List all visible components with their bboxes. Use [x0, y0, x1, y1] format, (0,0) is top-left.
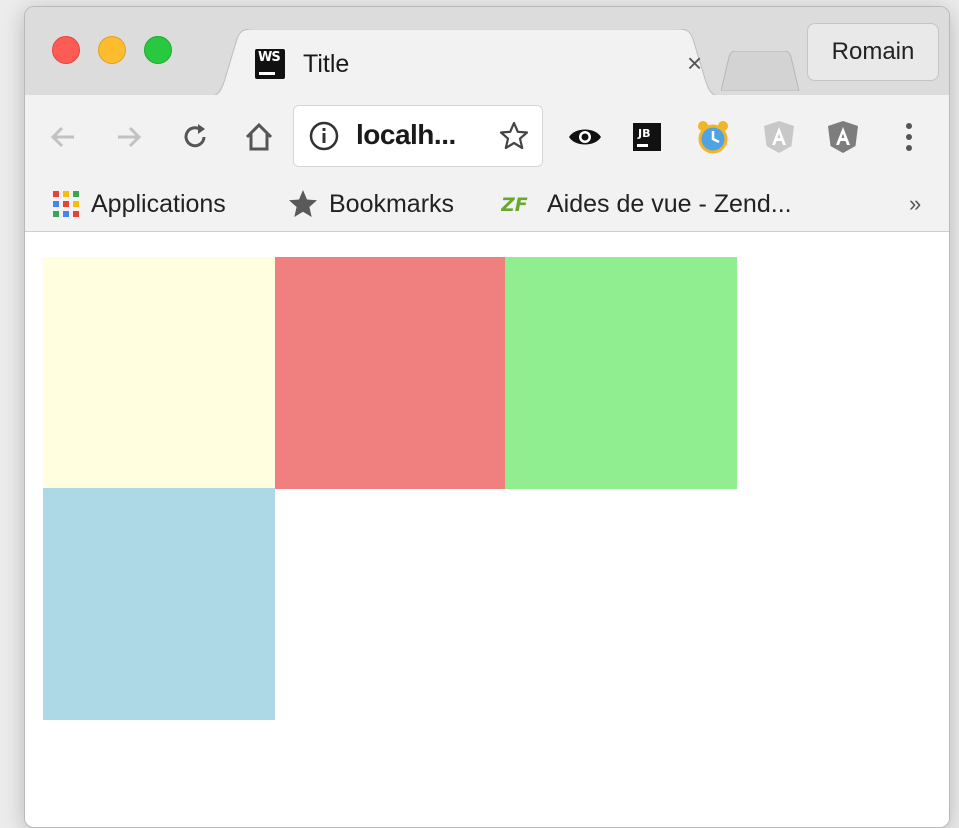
box-light-green — [505, 257, 737, 489]
bookmarks-bar: Applications Bookmarks ZF Aides de vue -… — [25, 177, 949, 232]
arrow-right-icon[interactable] — [111, 119, 147, 155]
page-content — [25, 232, 949, 827]
browser-tab[interactable]: WS Title × — [205, 29, 725, 97]
url-text: localh... — [356, 119, 456, 150]
tab-strip: WS Title × Romain — [25, 7, 949, 97]
bookmark-star-icon[interactable] — [498, 120, 530, 157]
home-icon[interactable] — [241, 119, 277, 155]
arrow-left-icon[interactable] — [45, 119, 81, 155]
minimize-window-button[interactable] — [98, 36, 126, 64]
bookmarks-overflow-icon[interactable]: » — [909, 191, 921, 217]
bookmark-label: Bookmarks — [329, 189, 455, 218]
zf-icon: ZF — [501, 192, 537, 216]
jetbrains-icon[interactable]: JB — [629, 119, 665, 155]
bookmark-label: Aides de vue - Zend... — [547, 189, 792, 218]
star-icon — [287, 188, 319, 220]
close-window-button[interactable] — [52, 36, 80, 64]
webstorm-icon: WS — [255, 49, 285, 79]
new-tab-button[interactable] — [721, 51, 801, 91]
zoom-window-button[interactable] — [144, 36, 172, 64]
svg-text:JB: JB — [637, 127, 650, 140]
tab-close-icon[interactable]: × — [687, 50, 702, 76]
bookmark-label: Applications — [91, 189, 226, 218]
angular-disabled-icon[interactable] — [761, 119, 797, 155]
tab-title: Title — [303, 50, 350, 78]
more-vert-icon[interactable] — [891, 119, 927, 155]
bookmark-applications[interactable]: Applications — [51, 187, 226, 221]
apps-grid-icon — [51, 189, 81, 219]
bookmark-zend[interactable]: ZF Aides de vue - Zend... — [501, 187, 792, 221]
eye-icon[interactable] — [567, 119, 603, 155]
box-light-yellow — [43, 257, 275, 489]
box-light-coral — [275, 257, 507, 489]
alarm-clock-icon[interactable] — [695, 119, 731, 155]
svg-text:ZF: ZF — [501, 194, 528, 216]
info-icon[interactable] — [308, 120, 340, 157]
browser-window: WS Title × Romain localh... JB Applicati… — [24, 6, 950, 828]
profile-button[interactable]: Romain — [807, 23, 939, 81]
browser-toolbar: localh... JB — [25, 95, 949, 177]
angular-icon[interactable] — [825, 119, 861, 155]
bookmark-bookmarks[interactable]: Bookmarks — [287, 187, 454, 221]
box-light-blue — [43, 488, 275, 720]
address-bar[interactable]: localh... — [293, 105, 543, 167]
reload-icon[interactable] — [177, 119, 213, 155]
